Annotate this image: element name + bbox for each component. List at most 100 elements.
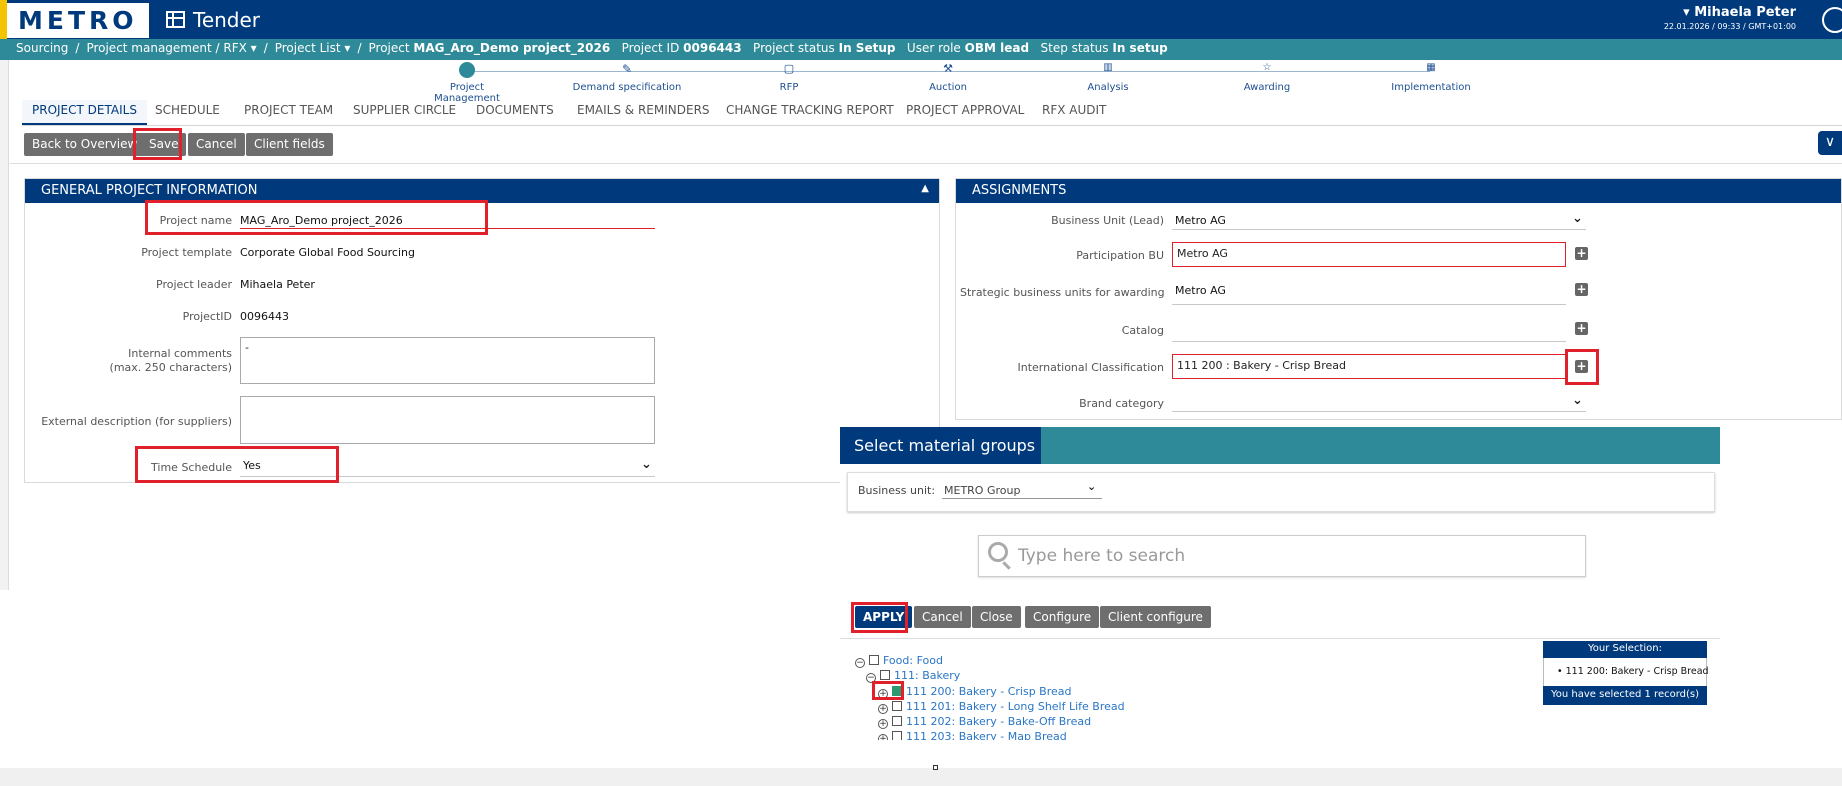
tab-supplier-circle[interactable]: SUPPLIER CIRCLE (353, 100, 456, 125)
avatar-icon[interactable] (1822, 7, 1842, 33)
intl-classification-input[interactable]: 111 200 : Bakery - Crisp Bread (1172, 354, 1566, 379)
pen-icon: ✎ (621, 62, 633, 76)
highlight-apply (851, 602, 908, 633)
step-label: RFP (779, 82, 799, 93)
selection-count: You have selected 1 record(s) (1543, 686, 1707, 705)
top-bar (0, 0, 1842, 39)
tree-label[interactable]: 111 200: Bakery - Crisp Bread (906, 685, 1072, 698)
dialog-close-button[interactable]: Close (972, 606, 1021, 628)
catalog-underline (1172, 341, 1566, 342)
crumb-project-management[interactable]: Project management / RFX (86, 41, 246, 55)
step-label: Awarding (1243, 82, 1291, 93)
client-configure-button[interactable]: Client configure (1100, 606, 1211, 628)
step-analysis[interactable]: ▥ Analysis (1078, 62, 1138, 93)
expand-icon[interactable]: + (878, 719, 888, 729)
tab-project-details[interactable]: PROJECT DETAILS (22, 100, 147, 125)
internal-comments-label: Internal comments (max. 250 characters) (40, 347, 232, 374)
crumb-project-prefix: Project (368, 41, 410, 55)
user-role: OBM lead (964, 41, 1030, 55)
chevron-down-icon[interactable]: ⌄ (1572, 211, 1583, 226)
add-strategic-bu-icon[interactable]: + (1575, 283, 1588, 296)
internal-comments-textarea[interactable]: - (240, 337, 655, 384)
crumb-project-list[interactable]: Project List (275, 41, 341, 55)
expand-icon[interactable]: + (878, 704, 888, 714)
page-background (0, 592, 840, 768)
role-label: User role (906, 41, 961, 55)
tab-rfx-audit[interactable]: RFX AUDIT (1042, 100, 1106, 125)
participation-bu-label: Participation BU (1076, 249, 1164, 262)
checkbox[interactable] (869, 655, 879, 665)
crumb-sourcing[interactable]: Sourcing (16, 41, 68, 55)
caret-down-icon[interactable]: ▾ (344, 41, 350, 55)
add-catalog-icon[interactable]: + (1575, 322, 1588, 335)
bu-lead-underline (1172, 229, 1586, 230)
left-stub (0, 60, 9, 590)
tree-node-111-200[interactable]: +111 200: Bakery - Crisp Bread (878, 685, 1072, 699)
step-rfp[interactable]: ▢ RFP (759, 62, 819, 93)
chevron-down-icon[interactable]: ⌄ (1087, 480, 1096, 493)
expand-icon[interactable]: + (878, 734, 888, 740)
tree-label[interactable]: 111 203: Bakery - Map Bread (906, 730, 1067, 740)
step-demand-specification[interactable]: ✎ Demand specification (572, 62, 682, 93)
client-fields-button[interactable]: Client fields (246, 133, 333, 156)
collapse-icon[interactable]: ▲ (921, 183, 929, 194)
cancel-button[interactable]: Cancel (188, 133, 245, 156)
brand-category-label: Brand category (1079, 397, 1164, 410)
tree-node-food[interactable]: − Food: Food (855, 654, 943, 668)
configure-button[interactable]: Configure (1025, 606, 1100, 628)
tab-project-team[interactable]: PROJECT TEAM (244, 100, 333, 125)
logo-accent (0, 0, 7, 39)
chevron-down-icon[interactable]: ⌄ (1572, 393, 1583, 408)
tree-label[interactable]: 111 202: Bakery - Bake-Off Bread (906, 715, 1091, 728)
panel-header: ASSIGNMENTS (956, 179, 1841, 203)
search-icon (988, 542, 1008, 562)
tree-node-111-203[interactable]: +111 203: Bakery - Map Bread (878, 730, 1067, 740)
tab-change-tracking[interactable]: CHANGE TRACKING REPORT (726, 100, 894, 125)
tree-label[interactable]: Food: Food (883, 654, 943, 667)
tree-node-111-201[interactable]: +111 201: Bakery - Long Shelf Life Bread (878, 700, 1125, 714)
checkbox[interactable] (892, 716, 902, 726)
catalog-label: Catalog (1121, 324, 1164, 337)
project-id-value: 0096443 (240, 310, 289, 323)
checkbox[interactable] (892, 731, 902, 740)
intl-classification-label: International Classification (1017, 361, 1165, 374)
double-chevron-down-icon[interactable]: ∨ (1818, 131, 1842, 155)
dialog-cancel-button[interactable]: Cancel (914, 606, 971, 628)
dialog-divider (840, 638, 1720, 639)
bar-chart-icon: ▥ (1103, 62, 1113, 73)
participation-bu-input[interactable]: Metro AG (1172, 242, 1566, 267)
tab-documents[interactable]: DOCUMENTS (476, 100, 554, 125)
user-menu[interactable]: ▾ Mihaela Peter (1683, 5, 1796, 20)
step-project-management[interactable]: Project Management (417, 62, 517, 104)
tab-divider (22, 125, 1842, 126)
highlight-add-classification (1565, 349, 1599, 385)
business-unit-select[interactable]: METRO Group (944, 484, 1020, 497)
tab-emails-reminders[interactable]: EMAILS & REMINDERS (577, 100, 710, 125)
caret-down-icon[interactable]: ▾ (251, 41, 257, 55)
collapse-icon[interactable]: − (855, 658, 865, 668)
bu-lead-select[interactable]: Metro AG (1175, 214, 1226, 227)
strategic-bu-value[interactable]: Metro AG (1175, 284, 1226, 297)
add-participation-bu-icon[interactable]: + (1575, 247, 1588, 260)
tree-node-111-202[interactable]: +111 202: Bakery - Bake-Off Bread (878, 715, 1091, 729)
step-awarding[interactable]: ☆ Awarding (1237, 62, 1297, 93)
business-unit-underline (942, 498, 1102, 499)
step-auction[interactable]: ⚒ Auction (918, 62, 978, 93)
external-description-textarea[interactable] (240, 396, 655, 444)
tab-project-approval[interactable]: PROJECT APPROVAL (906, 100, 1024, 125)
strategic-bu-label: Strategic business units for awarding (960, 286, 1165, 299)
checkbox[interactable] (892, 701, 902, 711)
trophy-icon: ☆ (1262, 62, 1272, 73)
tab-schedule[interactable]: SCHEDULE (155, 100, 220, 125)
tree-label[interactable]: 111 201: Bakery - Long Shelf Life Bread (906, 700, 1125, 713)
step-status: In setup (1112, 41, 1168, 55)
step-label: Step status (1040, 41, 1109, 55)
step-implementation[interactable]: ▦ Implementation (1381, 62, 1481, 93)
user-datetime: 22.01.2026 / 09:33 / GMT+01:00 (1663, 22, 1796, 31)
resize-handle[interactable] (933, 765, 938, 770)
breadcrumb: Sourcing / Project management / RFX ▾ / Proj… (0, 39, 1842, 60)
back-to-overview-button[interactable]: Back to Overview (24, 133, 146, 156)
checkbox[interactable] (880, 670, 890, 680)
business-unit-label: Business unit: (858, 484, 936, 497)
chevron-down-icon[interactable]: ⌄ (641, 457, 652, 472)
